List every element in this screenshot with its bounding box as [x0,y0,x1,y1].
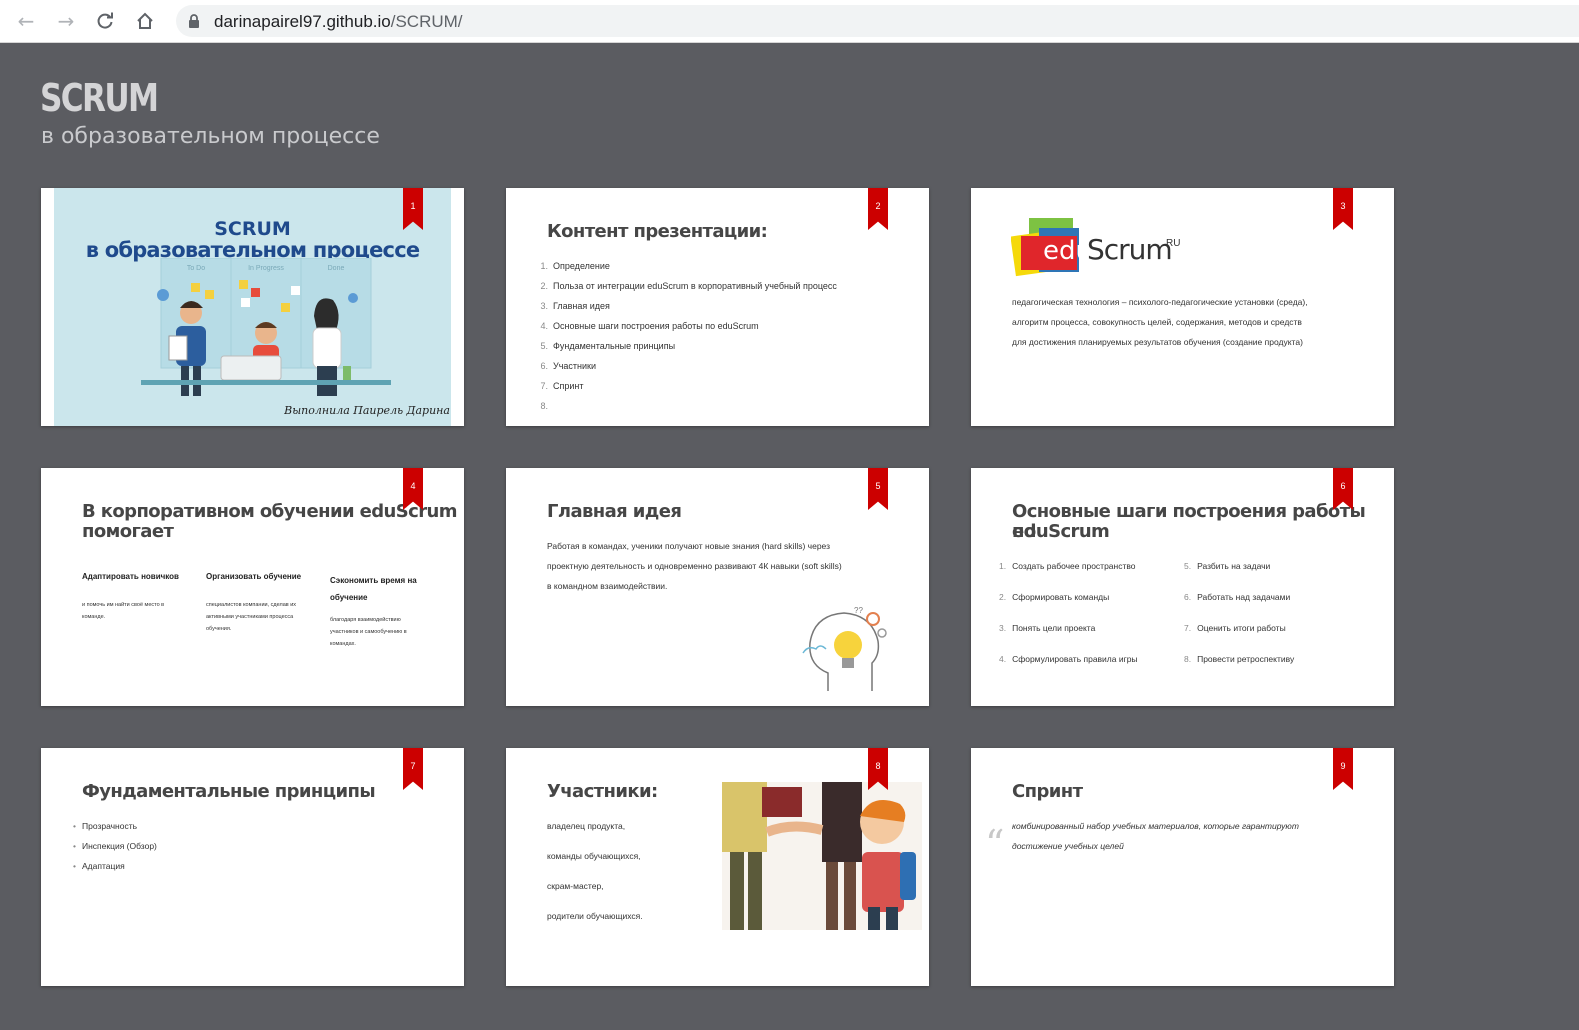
slide-3-definition-line: педагогическая технология – психолого-пе… [1012,297,1308,307]
slide-8-title: Участники: [547,781,658,802]
list-item: 5. Фундаментальные принципы [540,341,676,351]
slide-5-number-ribbon: 5 [868,468,888,510]
url-text: darinapairel97.github.io/SCRUM/ [214,12,463,32]
deck-subtitle: в образовательном процессе [41,124,380,149]
quote-mark-icon: “ [985,822,1005,866]
slide-6-step: 6. Работать над задачами [1184,592,1291,602]
forward-arrow-icon[interactable]: → [54,9,78,33]
lock-icon [189,14,199,28]
slide-7-title: Фундаментальные принципы [82,781,376,802]
slide-4-title-line1: В корпоративном обучении eduScrum [82,501,457,522]
slide-2-title: Контент презентации: [547,221,768,242]
slide-7-number-ribbon: 7 [403,748,423,790]
slide-6-step: 8. Провести ретроспективу [1184,654,1295,664]
browser-toolbar: ← → darinapairel97.github.io/SCRUM/ [0,0,1579,43]
slide-5-thumbnail[interactable]: Главная идея Работая в командах, ученики… [506,468,929,706]
slide-6-step: 4. Сформулировать правила игры [999,654,1138,664]
slide-8-participant: владелец продукта, [547,821,626,831]
slide-8-participant: команды обучающихся, [547,851,641,861]
logo-edu-text: edu [1043,236,1092,266]
slide-1-title-line1: SCRUM [214,218,291,240]
slide-5-text-line: в командном взаимодействии. [547,581,668,591]
reload-icon[interactable] [93,9,117,33]
list-item: 7. Спринт [540,381,584,391]
list-item: 3. Главная идея [540,301,610,311]
board-todo: To Do [187,265,205,272]
slide-7-thumbnail[interactable]: Фундаментальные принципы • Прозрачность •… [41,748,464,986]
list-item: 4. Основные шаги построения работы по edu… [540,321,759,331]
slide-9-thumbnail[interactable]: Спринт “ комбинированный набор учебных м… [971,748,1394,986]
list-item: 1. Определение [540,261,610,271]
slide-6-step: 2. Сформировать команды [999,592,1110,602]
slide-2-contents-list: 1. Определение 2. Польза от интеграции edu… [534,258,837,418]
slide-7-bullet: • Адаптация [73,861,125,871]
slide-6-step: 5. Разбить на задачи [1184,561,1271,571]
url-path: /SCRUM/ [390,12,463,31]
svg-text:??: ?? [854,606,863,615]
slide-4-column-heading: Сэкономить время на обучение [330,576,417,602]
team-at-board-illustration: To Do In Progress Done [141,258,391,396]
participants-illustration [722,782,922,930]
slide-8-participant: родители обучающихся. [547,911,643,921]
slide-7-bullet: • Инспекция (Обзор) [73,841,157,851]
slide-6-step: 7. Оценить итоги работы [1184,623,1286,633]
slide-6-thumbnail[interactable]: Основные шаги построения работы по eduSc… [971,468,1394,706]
back-arrow-icon[interactable]: ← [14,9,38,33]
slide-9-quote-line: достижение учебных целей [1012,841,1124,851]
logo-scrum-text: Scrum [1087,233,1173,266]
slide-4-column-heading: Организовать обучение [206,572,302,581]
list-item: 8. [540,401,548,411]
list-item: 2. Польза от интеграции eduScrum в корпор… [540,281,837,291]
slide-4-column-text: специалистов компании, сделав их активны… [206,602,297,632]
slide-4-column-heading: Адаптировать новичков [82,572,179,581]
slide-1-author: Выполнила Паирель Дарина [284,404,450,417]
slide-2-number-ribbon: 2 [868,188,888,230]
home-icon[interactable] [133,9,157,33]
slide-3-definition-line: для достижения планируемых результатов о… [1012,337,1303,347]
slide-3-number-ribbon: 3 [1333,188,1353,230]
list-item: 6. Участники [540,361,596,371]
deck-title: SCRUM [40,76,159,120]
slide-5-text-line: Работая в командах, ученики получают нов… [547,541,830,551]
address-bar[interactable]: darinapairel97.github.io/SCRUM/ [176,5,1579,37]
slide-6-step: 3. Понять цели проекта [999,623,1096,633]
slide-4-column-text: и помочь им найти своё место в команде. [82,602,165,620]
slide-8-participant: скрам-мастер, [547,881,604,891]
slide-1-thumbnail[interactable]: SCRUM в образовательном процессе To Do I… [41,188,464,426]
board-done: Done [328,265,345,272]
slide-6-step: 1. Создать рабочее пространство [999,561,1136,571]
slide-4-column-text: благодаря взаимодействию участников и са… [330,617,407,647]
slide-9-quote-line: комбинированный набор учебных материалов… [1012,821,1299,831]
board-inprogress: In Progress [248,265,284,272]
slide-9-title: Спринт [1012,781,1083,802]
slide-6-title-line2: eduScrum [1012,521,1110,542]
slide-3-definition-line: алгоритм процесса, совокупность целей, с… [1012,317,1302,327]
slide-5-text-line: проектную деятельность и одновременно ра… [547,561,842,571]
slide-7-bullet: • Прозрачность [73,821,138,831]
lightbulb-head-icon: ?? [802,606,887,691]
slide-4-thumbnail[interactable]: В корпоративном обучении eduScrum помога… [41,468,464,706]
slide-3-thumbnail[interactable]: edu Scrum RU педагогическая технология –… [971,188,1394,426]
slide-4-title-line2: помогает [82,521,174,542]
slide-9-number-ribbon: 9 [1333,748,1353,790]
logo-ru-text: RU [1166,238,1181,249]
slide-2-thumbnail[interactable]: Контент презентации: 1. Определение 2. Пол… [506,188,929,426]
slide-8-thumbnail[interactable]: Участники: владелец продукта, команды об… [506,748,929,986]
url-host: darinapairel97.github.io [214,12,391,31]
slide-5-title: Главная идея [547,501,682,522]
